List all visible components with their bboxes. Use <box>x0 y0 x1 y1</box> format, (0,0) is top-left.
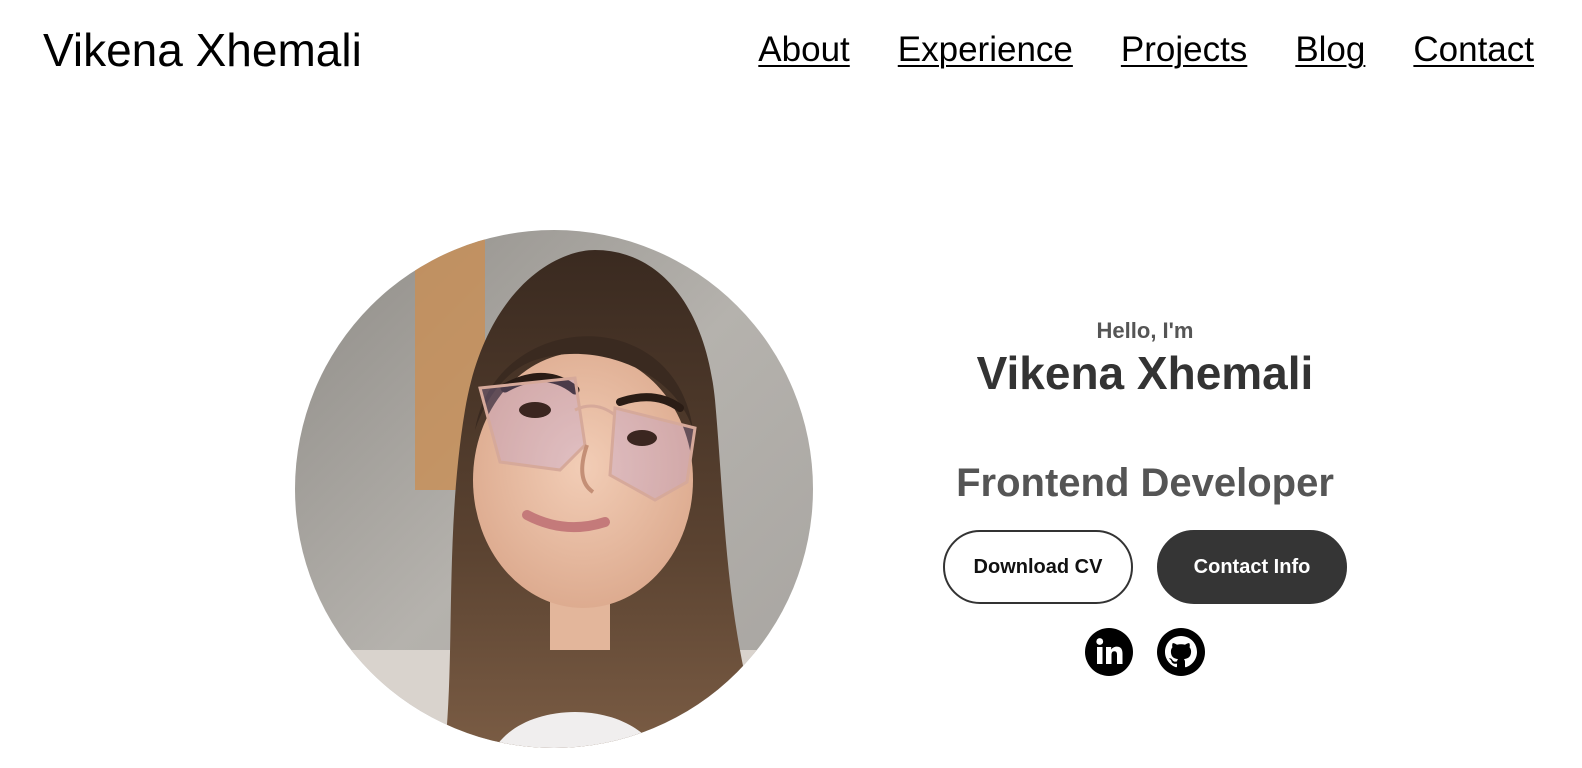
intro-block: Hello, I'm Vikena Xhemali Frontend Devel… <box>905 316 1385 676</box>
github-icon[interactable] <box>1157 628 1205 676</box>
nav-link-contact[interactable]: Contact <box>1413 28 1534 72</box>
site-logo[interactable]: Vikena Xhemali <box>43 22 362 78</box>
greeting-text: Hello, I'm <box>1096 318 1194 343</box>
nav-link-projects[interactable]: Projects <box>1121 28 1247 72</box>
profile-name: Vikena Xhemali <box>976 347 1314 399</box>
contact-info-button[interactable]: Contact Info <box>1157 530 1347 604</box>
nav-link-experience[interactable]: Experience <box>898 28 1073 72</box>
main-nav: About Experience Projects Blog Contact <box>758 28 1534 72</box>
profile-photo <box>295 230 813 748</box>
linkedin-icon[interactable] <box>1085 628 1133 676</box>
download-cv-button[interactable]: Download CV <box>943 530 1133 604</box>
nav-link-about[interactable]: About <box>758 28 849 72</box>
nav-link-blog[interactable]: Blog <box>1295 28 1365 72</box>
social-links <box>905 628 1385 676</box>
action-buttons: Download CV Contact Info <box>905 530 1385 604</box>
top-navigation: Vikena Xhemali About Experience Projects… <box>0 0 1582 100</box>
profile-role: Frontend Developer <box>956 461 1334 505</box>
